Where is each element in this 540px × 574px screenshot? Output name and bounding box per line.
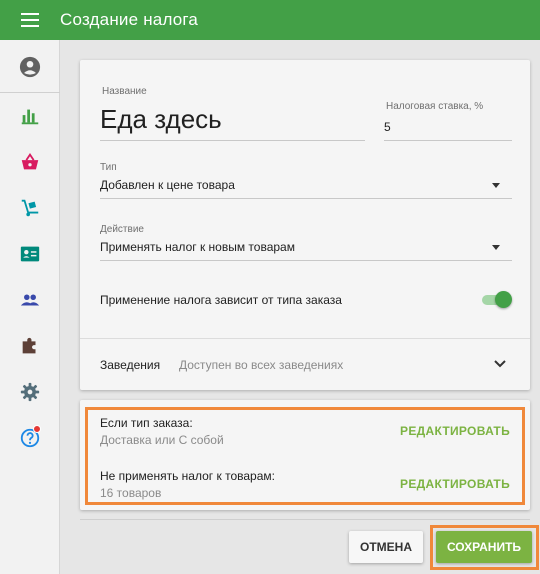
toggle-thumb xyxy=(495,291,512,308)
page-title: Создание налога xyxy=(60,10,199,29)
rate-underline xyxy=(384,140,512,141)
rate-label: Налоговая ставка, % xyxy=(386,101,484,112)
name-value: Еда здесь xyxy=(100,104,222,134)
name-field[interactable]: Еда здесь xyxy=(100,98,365,140)
action-label: Действие xyxy=(100,224,144,235)
venues-value: Доступен во всех заведениях xyxy=(179,358,344,372)
save-button[interactable]: СОХРАНИТЬ xyxy=(436,531,532,563)
sidebar-item-account[interactable] xyxy=(0,44,60,90)
exclude-products-title: Не применять налог к товарам: xyxy=(100,469,275,483)
edit-order-type-link[interactable]: РЕДАКТИРОВАТЬ xyxy=(400,424,510,438)
order-type-title: Если тип заказа: xyxy=(100,416,193,430)
sidebar-item-integrations[interactable] xyxy=(0,323,60,369)
bar-chart-icon xyxy=(21,109,39,125)
rate-field[interactable]: 5 xyxy=(384,114,512,140)
type-underline xyxy=(100,198,512,199)
depends-on-order-type-label: Применение налога зависит от типа заказа xyxy=(100,293,342,307)
contact-card-icon xyxy=(20,246,40,262)
depends-on-order-type-toggle[interactable] xyxy=(482,291,512,308)
sidebar-item-inventory[interactable] xyxy=(0,185,60,231)
type-label: Тип xyxy=(100,162,117,173)
action-select[interactable]: Применять налог к новым товарам xyxy=(100,236,512,260)
sidebar xyxy=(0,40,60,574)
exclude-products-value: 16 товаров xyxy=(100,486,162,500)
menu-button[interactable] xyxy=(0,0,60,40)
action-value: Применять налог к новым товарам xyxy=(100,240,295,254)
name-label: Название xyxy=(102,86,147,97)
edit-excluded-products-link[interactable]: РЕДАКТИРОВАТЬ xyxy=(400,477,510,491)
sidebar-item-customers[interactable] xyxy=(0,277,60,323)
tax-form-card: Название Еда здесь Налоговая ставка, % 5… xyxy=(80,60,530,390)
gear-icon xyxy=(20,382,40,402)
people-icon xyxy=(20,294,40,306)
order-type-value: Доставка или С собой xyxy=(100,433,224,447)
caret-down-icon xyxy=(492,245,500,250)
rate-value: 5 xyxy=(384,120,391,134)
type-value: Добавлен к цене товара xyxy=(100,178,235,192)
sidebar-item-sales[interactable] xyxy=(0,139,60,185)
chevron-down-icon xyxy=(494,360,506,368)
puzzle-icon xyxy=(22,337,36,354)
notification-badge xyxy=(33,425,41,433)
actions-divider xyxy=(80,519,530,520)
sidebar-item-reports[interactable] xyxy=(0,93,60,139)
venues-row[interactable]: Заведения Доступен во всех заведениях xyxy=(80,339,530,390)
name-underline xyxy=(100,140,365,141)
caret-down-icon xyxy=(492,183,500,188)
app-bar: Создание налога xyxy=(0,0,540,40)
hand-truck-icon xyxy=(21,199,39,217)
sidebar-item-help[interactable] xyxy=(0,415,60,461)
type-select[interactable]: Добавлен к цене товара xyxy=(100,174,512,198)
basket-icon xyxy=(21,153,39,170)
action-underline xyxy=(100,260,512,261)
sidebar-item-settings[interactable] xyxy=(0,369,60,415)
cancel-button[interactable]: ОТМЕНА xyxy=(349,531,423,563)
menu-icon xyxy=(21,13,39,27)
sidebar-item-employees[interactable] xyxy=(0,231,60,277)
venues-label: Заведения xyxy=(100,358,161,372)
account-icon xyxy=(19,56,41,78)
